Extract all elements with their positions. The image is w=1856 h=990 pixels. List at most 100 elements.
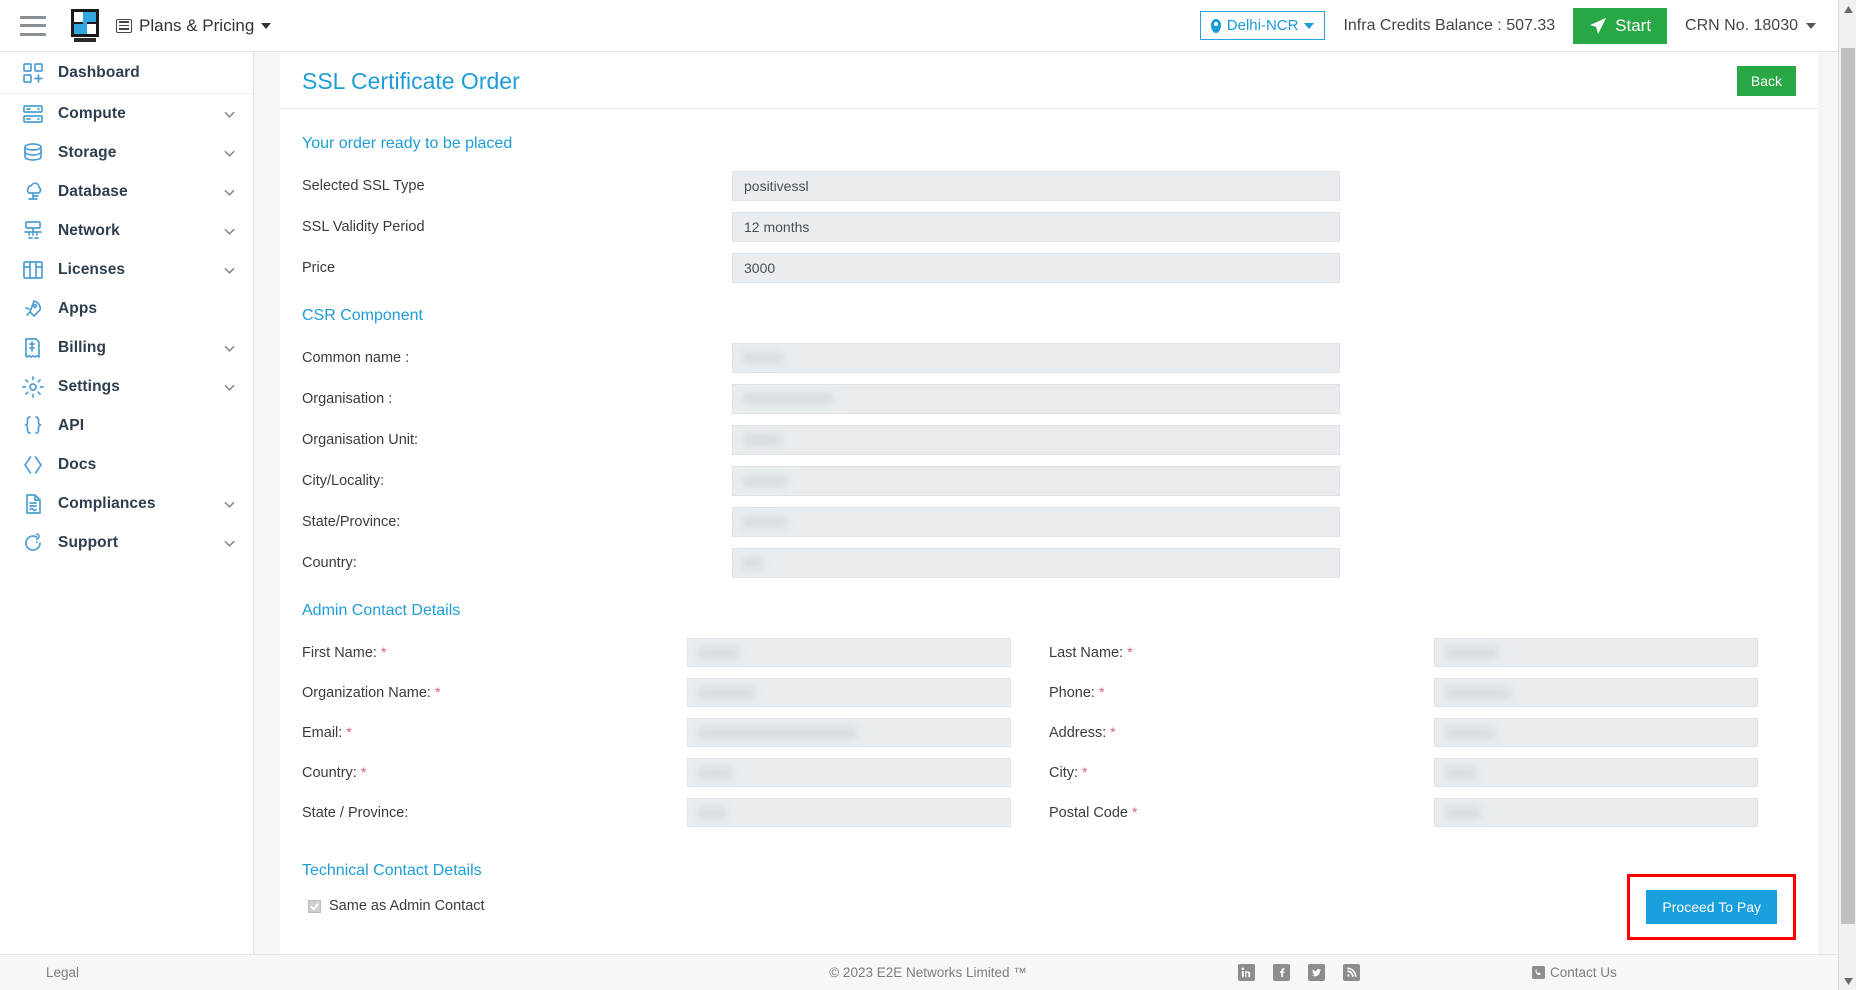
field-label-text: State / Province: [302, 804, 409, 821]
field-label: City: * [1049, 764, 1434, 781]
scrollbar-thumb[interactable] [1841, 48, 1855, 924]
field-input[interactable] [732, 548, 1340, 578]
crn-menu[interactable]: CRN No. 18030 [1685, 17, 1816, 35]
field-label-text: City: [1049, 765, 1078, 781]
csr-fields-group: Common name : Organisation : Organisation … [302, 343, 1796, 578]
back-button[interactable]: Back [1736, 66, 1796, 96]
chevron-down-icon[interactable] [223, 147, 235, 159]
admin-left-column: First Name: * Organization Name: * Email: … [302, 638, 1049, 838]
field-input[interactable] [732, 466, 1340, 496]
redacted-value [1444, 726, 1496, 739]
twitter-icon[interactable] [1308, 964, 1325, 981]
form-row: Last Name: * [1049, 638, 1796, 667]
required-marker: * [1110, 724, 1116, 740]
field-input[interactable] [1434, 638, 1758, 667]
required-marker: * [1099, 684, 1105, 700]
field-input[interactable] [732, 507, 1340, 537]
rss-icon[interactable] [1343, 964, 1360, 981]
location-pin-icon [1210, 18, 1221, 33]
sidebar-item-docs[interactable]: Docs [0, 445, 253, 484]
sidebar-item-compliances[interactable]: Compliances [0, 484, 253, 523]
e2e-networks-logo[interactable] [68, 7, 102, 45]
chevron-down-icon[interactable] [223, 186, 235, 198]
sidebar-item-api[interactable]: API [0, 406, 253, 445]
dashboard-icon [20, 60, 46, 86]
field-input[interactable]: 12 months [732, 212, 1340, 242]
required-marker: * [346, 724, 352, 740]
field-input[interactable] [732, 425, 1340, 455]
field-input[interactable] [1434, 678, 1758, 707]
chevron-down-icon[interactable] [223, 264, 235, 276]
field-label: First Name: * [302, 644, 687, 661]
field-input[interactable]: 3000 [732, 253, 1340, 283]
field-input[interactable] [687, 758, 1011, 787]
order-section-heading: Your order ready to be placed [302, 135, 513, 152]
field-input[interactable] [687, 798, 1011, 827]
field-value: positivessl [744, 178, 809, 194]
scroll-up-arrow-icon[interactable] [1839, 0, 1856, 18]
sidebar-item-apps[interactable]: Apps [0, 289, 253, 328]
form-row: Postal Code * [1049, 798, 1796, 827]
redacted-value [742, 392, 834, 406]
sidebar-item-licenses[interactable]: Licenses [0, 250, 253, 289]
chevron-down-icon[interactable] [223, 537, 235, 549]
field-input[interactable] [1434, 798, 1758, 827]
chevron-down-icon[interactable] [223, 108, 235, 120]
region-selector[interactable]: Delhi-NCR [1199, 11, 1326, 40]
field-input[interactable] [1434, 758, 1758, 787]
sidebar-item-settings[interactable]: Settings [0, 367, 253, 406]
redacted-value [742, 474, 788, 488]
sidebar-item-billing[interactable]: Billing [0, 328, 253, 367]
field-label: Last Name: * [1049, 644, 1434, 661]
scroll-down-arrow-icon[interactable] [1839, 972, 1856, 990]
chevron-down-icon[interactable] [223, 342, 235, 354]
chevron-down-icon [261, 22, 272, 29]
apps-rocket-icon [20, 296, 46, 322]
sidebar-item-support[interactable]: Support [0, 523, 253, 562]
top-header-bar: Plans & Pricing Delhi-NCR Infra Credits … [0, 0, 1838, 52]
compute-icon [20, 101, 46, 127]
network-icon [20, 218, 46, 244]
chevron-down-icon[interactable] [223, 225, 235, 237]
field-label: Postal Code * [1049, 804, 1434, 821]
admin-fields-grid: First Name: * Organization Name: * Email: … [302, 638, 1796, 838]
same-as-admin-row[interactable]: Same as Admin Contact [308, 898, 1796, 914]
sidebar-item-label: Database [58, 182, 128, 200]
sidebar-item-compute[interactable]: Compute [0, 94, 253, 133]
field-input[interactable] [732, 384, 1340, 414]
plans-and-pricing-menu[interactable]: Plans & Pricing [116, 16, 272, 36]
form-row: Phone: * [1049, 678, 1796, 707]
chevron-down-icon[interactable] [223, 498, 235, 510]
linkedin-icon[interactable] [1238, 964, 1255, 981]
field-input[interactable] [687, 678, 1011, 707]
field-input[interactable]: positivessl [732, 171, 1340, 201]
field-label-text: Phone: [1049, 685, 1095, 701]
field-input[interactable] [687, 638, 1011, 667]
field-label-text: Email: [302, 725, 343, 741]
hamburger-icon[interactable] [20, 15, 46, 36]
field-input[interactable] [687, 718, 1011, 747]
proceed-to-pay-button[interactable]: Proceed To Pay [1646, 890, 1777, 924]
sidebar-item-dashboard[interactable]: Dashboard [0, 52, 253, 94]
page-title: SSL Certificate Order [302, 67, 520, 94]
required-marker: * [360, 764, 367, 780]
sidebar-item-network[interactable]: Network [0, 211, 253, 250]
sidebar-item-database[interactable]: Database [0, 172, 253, 211]
sidebar-item-storage[interactable]: Storage [0, 133, 253, 172]
facebook-icon[interactable] [1273, 964, 1290, 981]
page-scrollbar[interactable] [1838, 0, 1856, 990]
field-label: Price [302, 260, 336, 276]
contact-us-link[interactable]: Contact Us [1532, 965, 1617, 980]
admin-right-column: Last Name: * Phone: * Address: * City: * Pos… [1049, 638, 1796, 838]
field-input[interactable] [1434, 718, 1758, 747]
field-label-text: Country: [302, 765, 357, 781]
chevron-down-icon[interactable] [223, 381, 235, 393]
chevron-down-icon [1806, 22, 1816, 29]
start-button[interactable]: Start [1573, 7, 1668, 44]
legal-link[interactable]: Legal [46, 965, 79, 980]
field-input[interactable] [732, 343, 1340, 373]
redacted-value [742, 556, 764, 570]
redacted-value [742, 515, 787, 529]
same-as-admin-checkbox[interactable] [308, 899, 321, 913]
form-row: First Name: * [302, 638, 1049, 667]
